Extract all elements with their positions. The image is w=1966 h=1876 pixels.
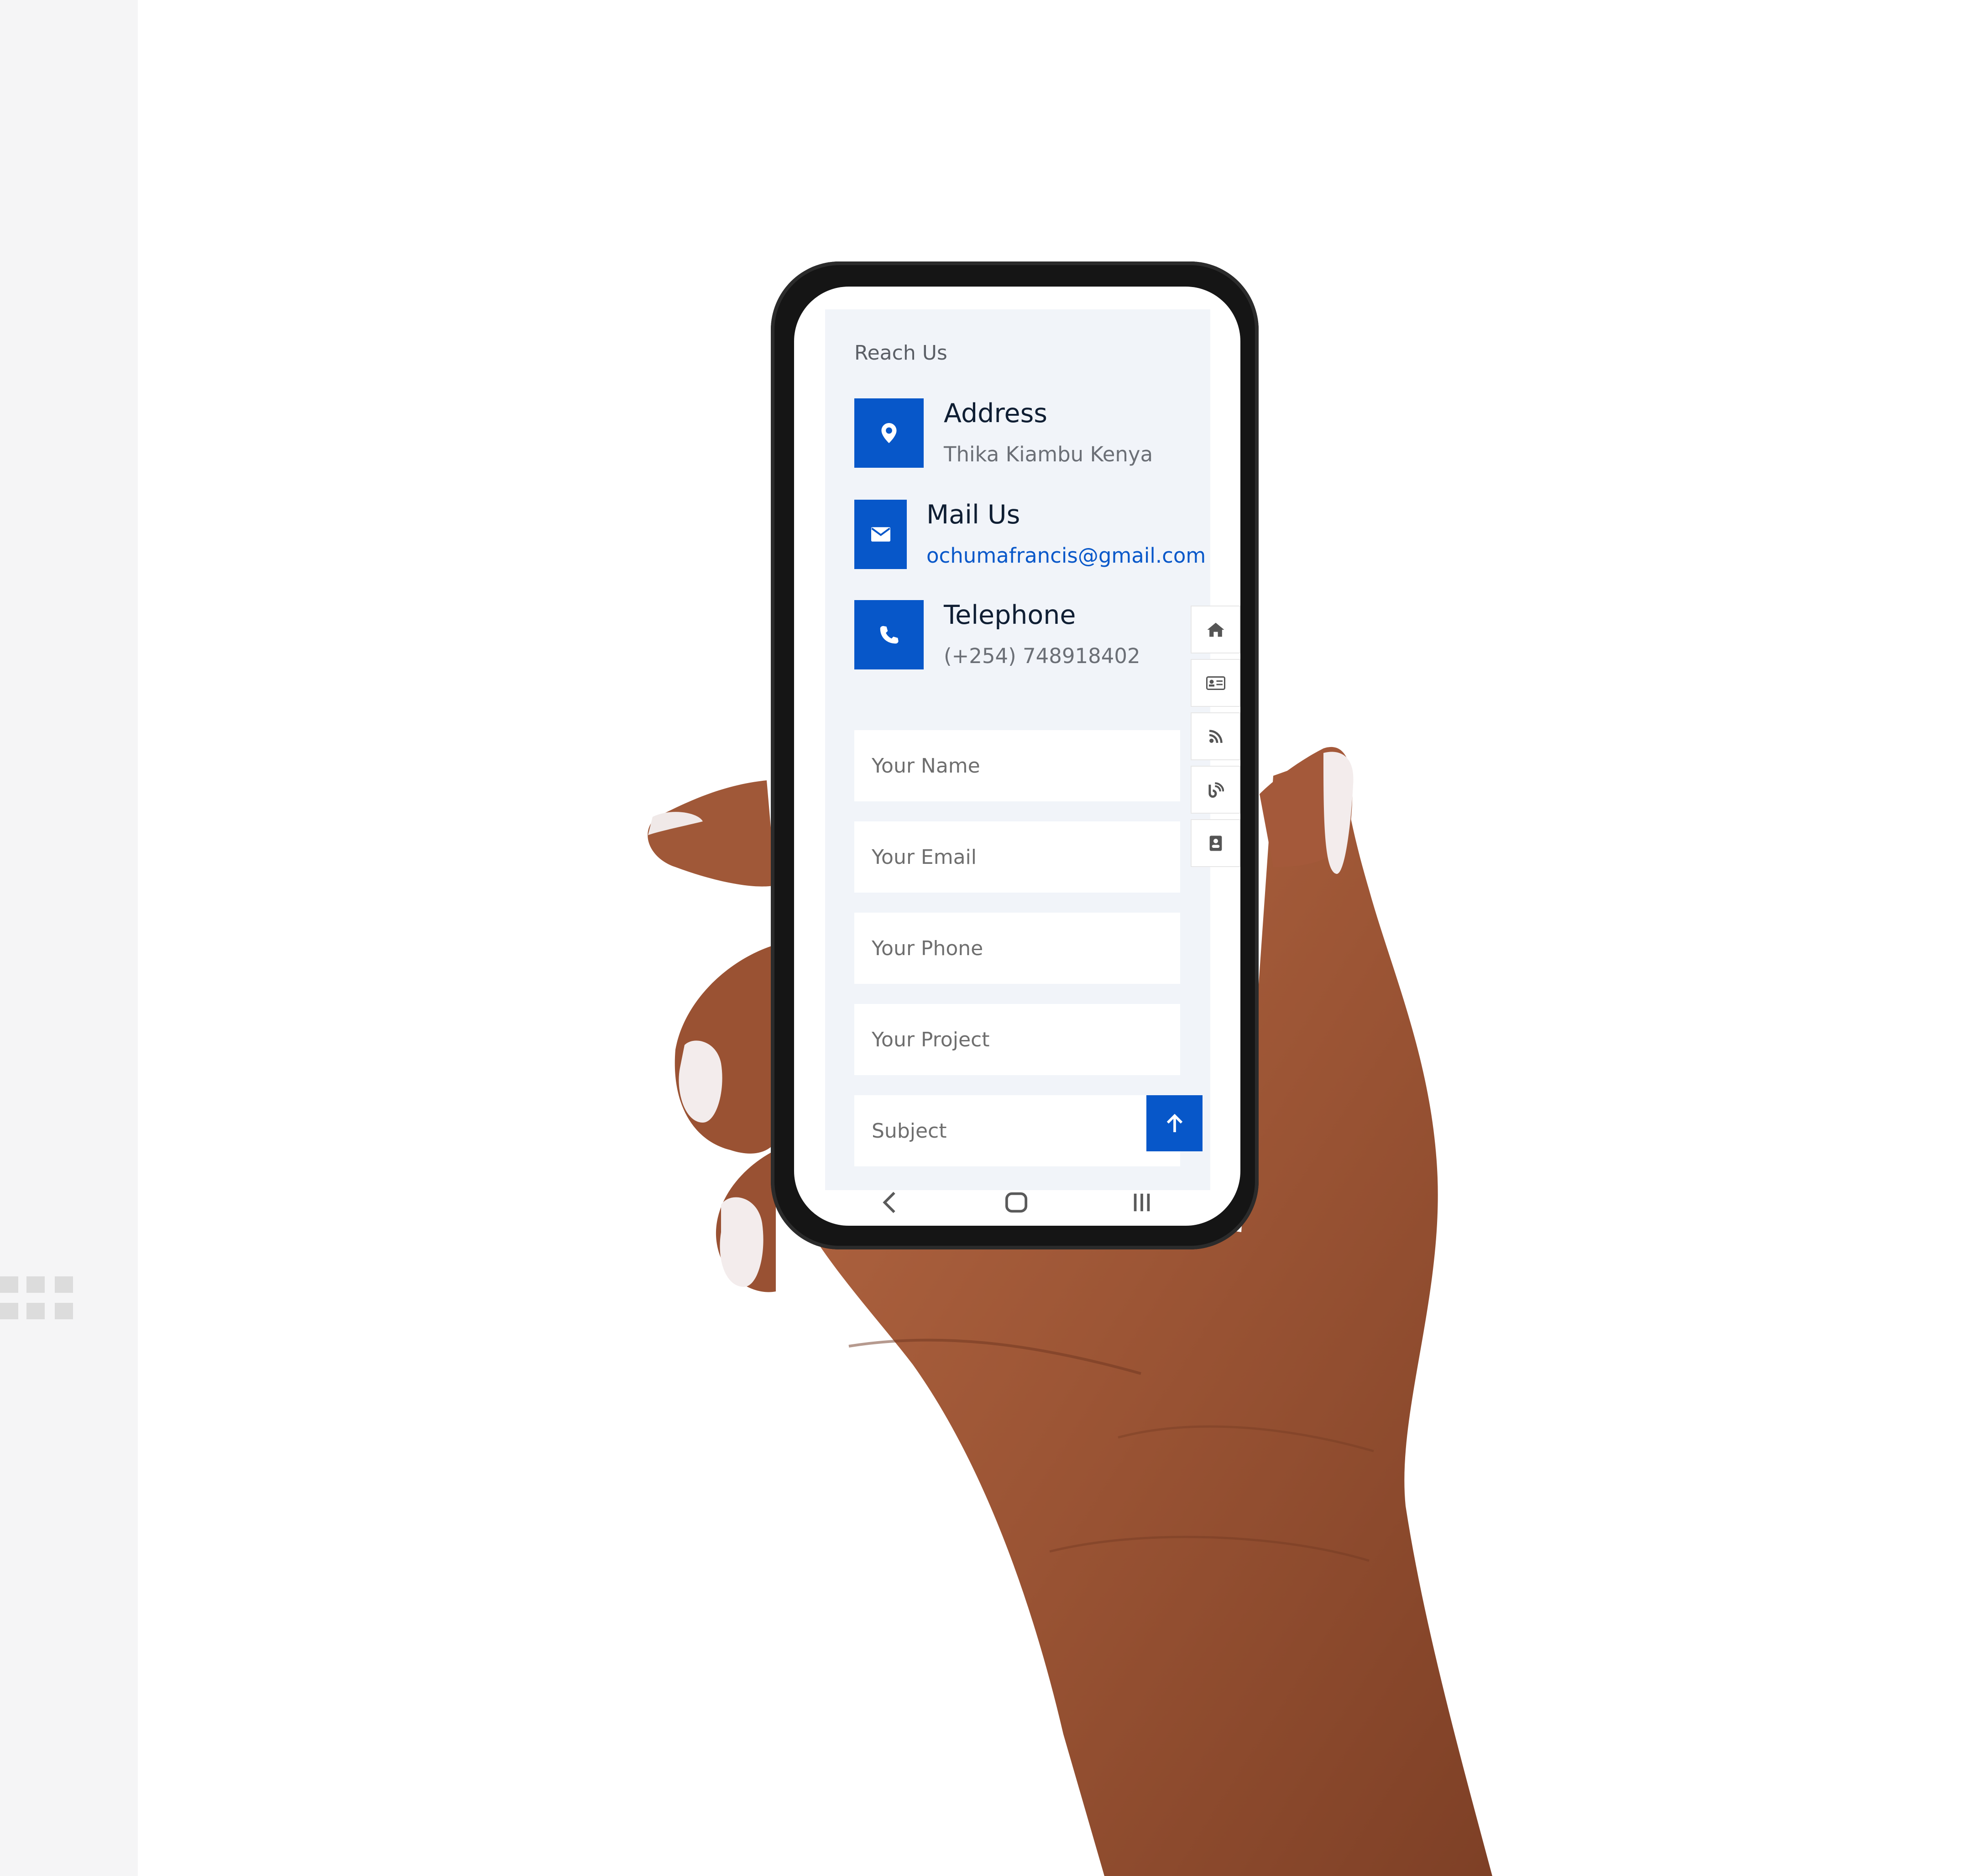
arrow-up-icon xyxy=(1166,1113,1182,1132)
phone-screen: Reach Us Address Thika Kiambu Kenya Mail… xyxy=(794,287,1240,1226)
side-nav-home[interactable] xyxy=(1191,606,1240,653)
telephone-title: Telephone xyxy=(944,600,1076,630)
side-nav-about[interactable] xyxy=(1191,659,1240,707)
id-card-icon xyxy=(1206,676,1225,690)
email-input[interactable] xyxy=(871,845,1180,869)
envelope-icon xyxy=(871,527,890,542)
section-heading: Reach Us xyxy=(854,341,947,365)
phone-input[interactable] xyxy=(871,936,1180,961)
address-icon-box xyxy=(854,398,924,468)
chevron-left-icon xyxy=(883,1191,895,1213)
nav-back-button[interactable] xyxy=(867,1179,913,1226)
subject-field xyxy=(854,1095,1180,1166)
project-input[interactable] xyxy=(871,1027,1180,1052)
side-nav-blog[interactable] xyxy=(1191,766,1240,814)
nav-home-button[interactable] xyxy=(993,1179,1039,1226)
side-nav-contact[interactable] xyxy=(1191,819,1240,867)
side-nav-services[interactable] xyxy=(1191,712,1240,760)
blog-icon xyxy=(1208,782,1224,798)
phone-icon xyxy=(880,626,899,644)
address-book-icon xyxy=(1209,835,1222,851)
phone-icon-box xyxy=(854,600,924,669)
side-nav xyxy=(1191,606,1240,873)
android-nav-bar xyxy=(794,1179,1240,1226)
project-field xyxy=(854,1004,1180,1075)
contact-panel: Reach Us Address Thika Kiambu Kenya Mail… xyxy=(825,309,1210,1190)
subject-input[interactable] xyxy=(871,1118,1180,1143)
rss-icon xyxy=(1209,729,1223,743)
name-input[interactable] xyxy=(871,753,1180,778)
mail-link[interactable]: ochumafrancis@gmail.com xyxy=(926,543,1206,568)
nav-recents-button[interactable] xyxy=(1119,1179,1165,1226)
square-icon xyxy=(1005,1192,1028,1212)
address-value: Thika Kiambu Kenya xyxy=(944,442,1153,466)
phone-field xyxy=(854,913,1180,984)
home-icon xyxy=(1207,622,1224,637)
email-field xyxy=(854,821,1180,893)
mail-title: Mail Us xyxy=(926,500,1020,530)
name-field xyxy=(854,730,1180,801)
recents-icon xyxy=(1134,1193,1150,1211)
mail-icon-box xyxy=(854,500,907,569)
map-pin-icon xyxy=(881,423,897,443)
telephone-value: (+254) 748918402 xyxy=(944,644,1140,668)
back-to-top-button[interactable] xyxy=(1146,1095,1203,1151)
address-title: Address xyxy=(944,398,1047,429)
